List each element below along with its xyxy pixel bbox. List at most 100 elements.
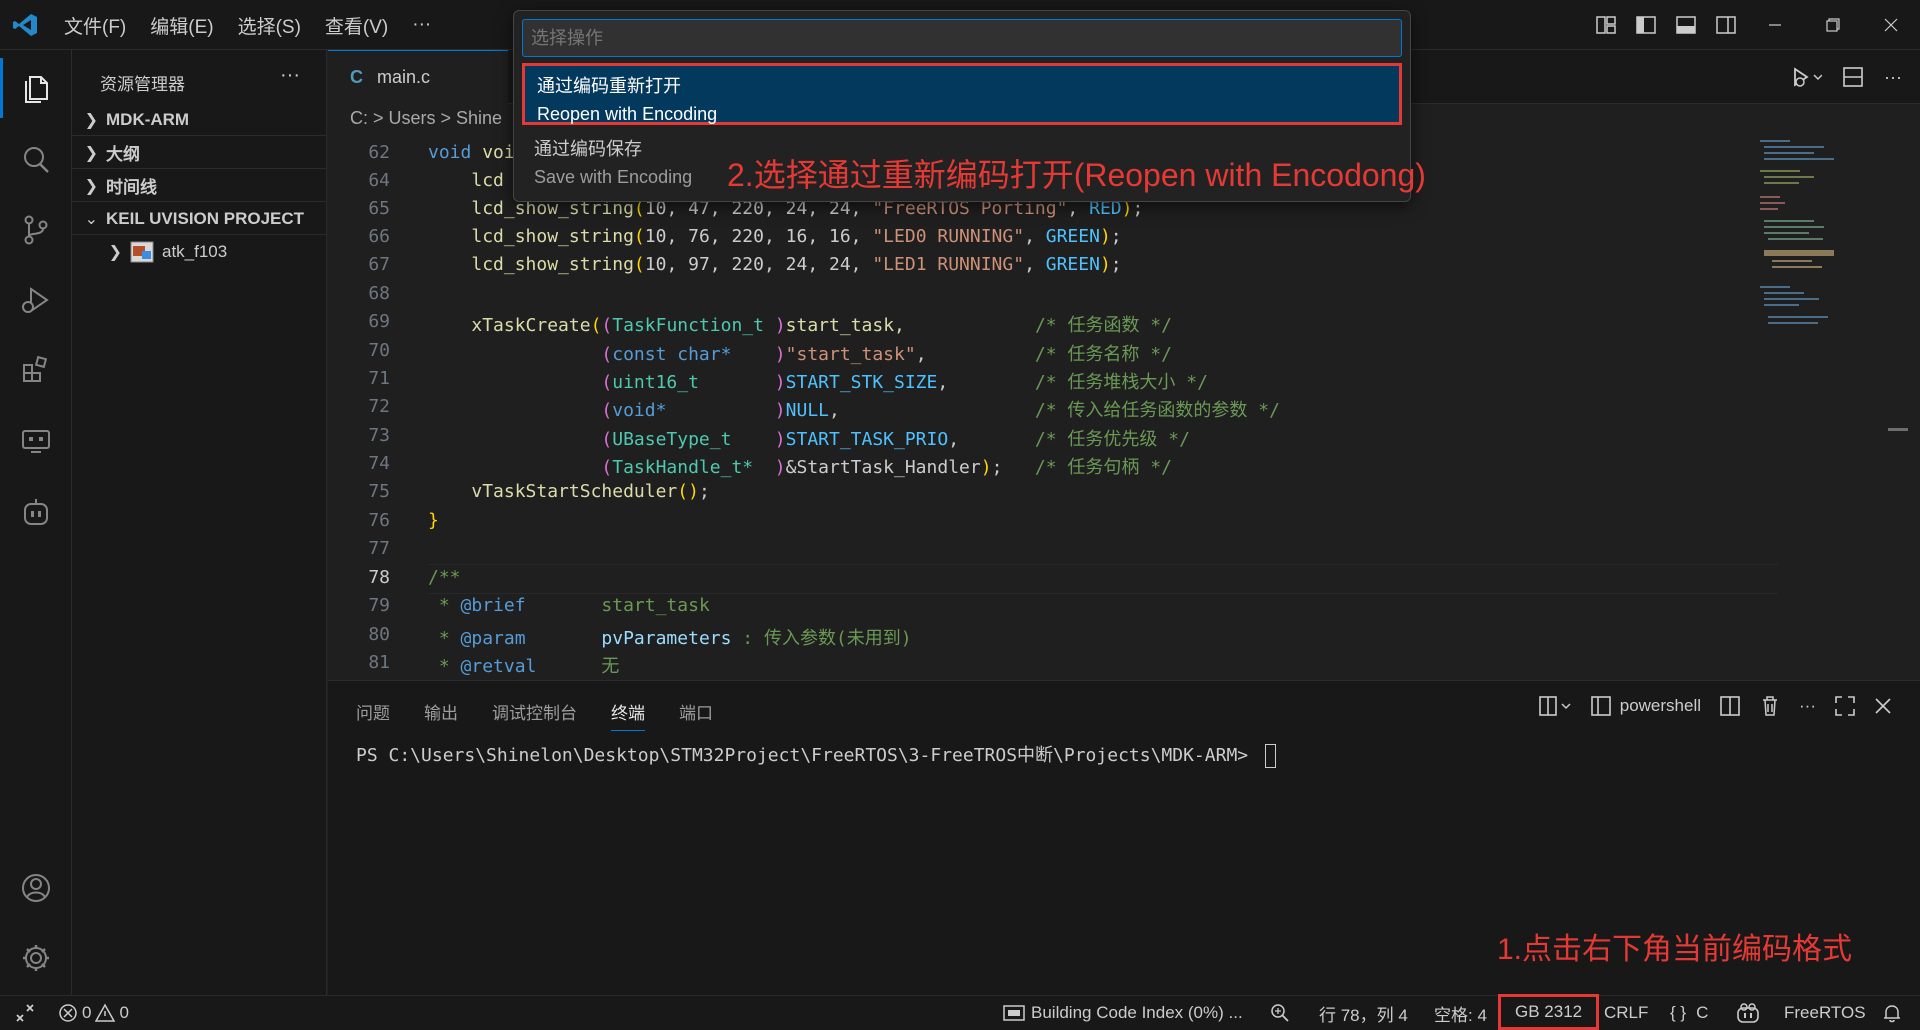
language-mode[interactable]: { } C: [1670, 996, 1708, 1030]
database-icon: [1003, 1005, 1025, 1021]
code-comment: 无: [601, 656, 620, 677]
bell-icon[interactable]: [1882, 996, 1902, 1030]
account-icon[interactable]: [0, 858, 72, 918]
close-window-icon[interactable]: [1862, 0, 1920, 50]
quick-pick-item-reopen-with-encoding[interactable]: 通过编码重新打开 Reopen with Encoding: [522, 63, 1402, 125]
keyword: void: [428, 142, 472, 163]
chevron-right-icon: ❯: [84, 111, 98, 129]
code-line-75: vTaskStartScheduler();: [471, 481, 710, 502]
panel-more-icon[interactable]: ···: [1799, 696, 1816, 716]
terminal-instance-icon: [1590, 696, 1611, 716]
code-token: "LED1 RUNNING": [872, 254, 1025, 275]
source-control-icon[interactable]: [0, 200, 72, 260]
chevron-right-icon: ❯: [84, 177, 98, 195]
explorer-icon[interactable]: [0, 58, 72, 118]
close-panel-icon[interactable]: [1874, 697, 1892, 715]
panel-tab-output[interactable]: 输出: [424, 699, 458, 731]
minimap[interactable]: [1758, 136, 1868, 376]
code-token: lcd: [471, 170, 504, 191]
toggle-secondary-sidebar-icon[interactable]: [1706, 0, 1746, 50]
chevron-down-icon: ⌄: [84, 210, 98, 228]
terminal-output[interactable]: PS C:\Users\Shinelon\Desktop\STM32Projec…: [356, 741, 1276, 768]
customize-layout-icon[interactable]: [1586, 0, 1626, 50]
zoom-icon[interactable]: [1270, 996, 1290, 1030]
problems-indicator[interactable]: 0 0: [58, 1003, 129, 1023]
line-number: 77: [368, 538, 390, 559]
status-bar: 0 0 Building Code Index (0%) ... 行 78，列 …: [0, 994, 1920, 1030]
code-token: lcd_show_string: [471, 254, 634, 275]
code-comment: /* 任务名称 */: [1034, 344, 1172, 365]
run-debug-icon[interactable]: [0, 270, 72, 330]
menu-edit[interactable]: 编辑(E): [150, 12, 213, 39]
menu-selection[interactable]: 选择(S): [238, 12, 301, 39]
project-item-atk-f103[interactable]: ❯ atk_f103: [72, 236, 326, 268]
toggle-panel-icon[interactable]: [1666, 0, 1706, 50]
code-comment: *: [428, 656, 461, 677]
panel-tab-problems[interactable]: 问题: [356, 699, 390, 731]
code-index-status[interactable]: Building Code Index (0%) ...: [1003, 996, 1243, 1030]
code-token: xTaskCreate: [471, 315, 591, 336]
menu-more[interactable]: ···: [412, 14, 431, 36]
configuration-selector[interactable]: FreeRTOS: [1784, 996, 1866, 1030]
section-outline[interactable]: ❯ 大纲: [72, 137, 326, 169]
code-comment: /* 任务函数 */: [1034, 315, 1172, 336]
section-mdk-arm[interactable]: ❯ MDK-ARM: [72, 104, 326, 136]
line-number: 67: [368, 254, 390, 275]
section-label: MDK-ARM: [106, 109, 190, 129]
copilot-status-icon[interactable]: [1736, 996, 1760, 1030]
code-token: TaskFunction_t: [612, 315, 775, 336]
code-editor[interactable]: 62 64 65 66 67 68 69 70 71 72 73 74 75 7…: [328, 136, 1908, 678]
quick-pick-input[interactable]: [522, 19, 1402, 57]
cursor-position[interactable]: 行 78，列 4: [1319, 996, 1408, 1030]
language-label: C: [1696, 1003, 1709, 1022]
terminal-cursor: [1264, 744, 1276, 768]
code-doc-tag: @param: [460, 628, 526, 649]
code-line-74: (TaskHandle_t* )&StartTask_Handler); /* …: [601, 457, 1172, 478]
code-comment: /* 传入给任务函数的参数 */: [1034, 400, 1280, 421]
code-token: const char*: [612, 344, 775, 365]
split-terminal-icon[interactable]: [1719, 695, 1741, 717]
split-editor-icon[interactable]: [1842, 66, 1864, 88]
extensions-icon[interactable]: [0, 340, 72, 400]
settings-gear-icon[interactable]: [0, 928, 72, 988]
remote-explorer-icon[interactable]: [0, 410, 72, 470]
split-terminal-dropdown-icon[interactable]: [1538, 695, 1572, 717]
copilot-icon[interactable]: [0, 482, 72, 542]
terminal-shell-name[interactable]: powershell: [1620, 696, 1701, 716]
panel-tab-terminal[interactable]: 终端: [611, 699, 645, 731]
tab-main-c[interactable]: C main.c: [328, 50, 508, 104]
restore-icon[interactable]: [1804, 0, 1862, 50]
status-left: 0 0: [14, 996, 129, 1030]
trash-icon[interactable]: [1759, 695, 1781, 717]
line-number: 75: [368, 481, 390, 502]
code-token: }: [428, 510, 439, 531]
panel-tab-ports[interactable]: 端口: [679, 699, 713, 731]
editor-more-icon[interactable]: ···: [1884, 67, 1902, 88]
search-icon[interactable]: [0, 130, 72, 190]
indentation[interactable]: 空格: 4: [1434, 996, 1487, 1030]
explorer-more-icon[interactable]: ···: [280, 64, 300, 87]
window-controls: [1586, 0, 1920, 50]
editor-actions: ···: [1792, 50, 1902, 104]
line-number: 71: [368, 368, 390, 389]
maximize-panel-icon[interactable]: [1834, 695, 1856, 717]
code-comment: : 传入参数(未用到): [731, 628, 912, 649]
panel-tab-debug-console[interactable]: 调试控制台: [492, 699, 577, 731]
toggle-sidebar-icon[interactable]: [1626, 0, 1666, 50]
code-token: "LED0 RUNNING": [872, 226, 1025, 247]
line-number: 76: [368, 510, 390, 531]
run-code-icon[interactable]: [1792, 65, 1823, 89]
section-timeline[interactable]: ❯ 时间线: [72, 170, 326, 202]
section-keil-project[interactable]: ⌄ KEIL UVISION PROJECT: [72, 203, 326, 235]
chevron-right-icon: ❯: [108, 244, 122, 261]
code-comment: /**: [428, 567, 461, 588]
code-line-76: }: [428, 510, 439, 531]
eol-selector[interactable]: CRLF: [1604, 996, 1648, 1030]
remote-icon[interactable]: [14, 1002, 36, 1024]
minimize-icon[interactable]: [1746, 0, 1804, 50]
menu-view[interactable]: 查看(V): [325, 12, 388, 39]
breadcrumb[interactable]: C: > Users > Shine: [350, 108, 502, 129]
code-token: 10, 76, 220, 16, 16,: [644, 226, 873, 247]
encoding-selector[interactable]: GB 2312: [1498, 994, 1600, 1030]
menu-file[interactable]: 文件(F): [64, 12, 126, 39]
